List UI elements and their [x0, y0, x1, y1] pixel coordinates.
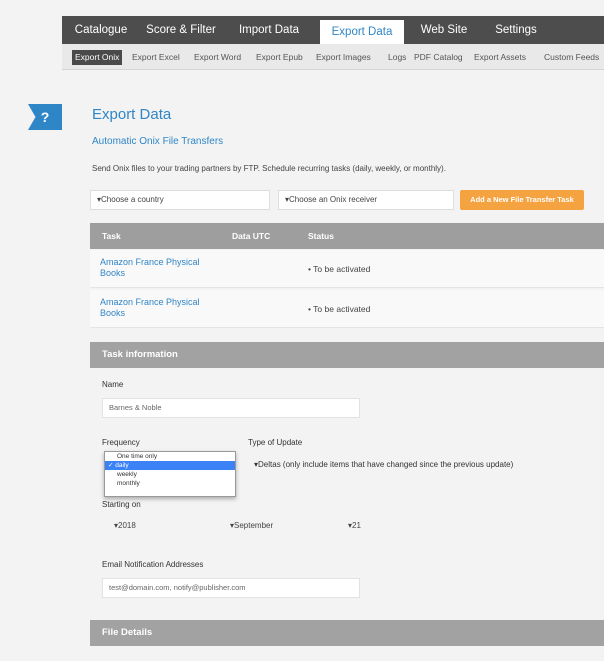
column-header-task: Task	[102, 231, 121, 241]
country-select[interactable]: ▾Choose a country	[90, 190, 270, 210]
subtab-export-onix[interactable]: Export Onix	[72, 50, 123, 65]
tab-settings[interactable]: Settings	[486, 16, 546, 44]
top-nav: Catalogue Score & Filter Import Data Exp…	[62, 16, 604, 44]
tab-web-site[interactable]: Web Site	[414, 16, 474, 44]
frequency-option[interactable]: One time only	[105, 452, 235, 461]
page-title: Export Data	[92, 106, 172, 123]
subtab-pdf-catalog[interactable]: PDF Catalog	[414, 50, 463, 65]
tab-score-filter[interactable]: Score & Filter	[142, 16, 220, 44]
main-content: Export Data Automatic Onix File Transfer…	[80, 70, 604, 661]
column-header-data-utc: Data UTC	[232, 231, 271, 241]
section-link-onix-transfers[interactable]: Automatic Onix File Transfers	[92, 136, 223, 147]
update-type-label: Type of Update	[248, 438, 303, 447]
year-select[interactable]: ▾2018	[114, 521, 136, 530]
subtab-export-excel[interactable]: Export Excel	[132, 50, 180, 65]
file-details-header: File Details	[90, 620, 604, 646]
day-select[interactable]: ▾21	[348, 521, 361, 530]
table-row: Amazon France Physical Books • To be act…	[90, 250, 604, 288]
month-select[interactable]: ▾September	[230, 521, 273, 530]
frequency-dropdown[interactable]: One time only ✓ daily weekly monthly	[104, 451, 236, 497]
subtab-logs[interactable]: Logs	[388, 50, 406, 65]
subtab-export-assets[interactable]: Export Assets	[474, 50, 526, 65]
subtab-custom-feeds[interactable]: Custom Feeds	[544, 50, 599, 65]
starting-on-label: Starting on	[102, 500, 141, 509]
frequency-option[interactable]: weekly	[105, 470, 235, 479]
help-icon[interactable]: ?	[28, 104, 62, 130]
subtab-export-word[interactable]: Export Word	[194, 50, 241, 65]
subtab-export-images[interactable]: Export Images	[316, 50, 371, 65]
frequency-option[interactable]: monthly	[105, 479, 235, 488]
tab-export-data[interactable]: Export Data	[320, 20, 404, 44]
column-header-status: Status	[308, 231, 334, 241]
subtab-export-epub[interactable]: Export Epub	[256, 50, 303, 65]
task-link[interactable]: Amazon France Physical Books	[100, 257, 220, 279]
task-link[interactable]: Amazon France Physical Books	[100, 297, 220, 319]
sub-nav: Export Onix Export Excel Export Word Exp…	[62, 44, 604, 70]
add-transfer-task-button[interactable]: Add a New File Transfer Task	[460, 190, 584, 210]
update-type-select[interactable]: ▾Deltas (only include items that have ch…	[248, 456, 588, 476]
email-label: Email Notification Addresses	[102, 560, 204, 569]
task-status: • To be activated	[308, 264, 371, 274]
tab-catalogue[interactable]: Catalogue	[72, 16, 130, 44]
tab-import-data[interactable]: Import Data	[234, 16, 304, 44]
task-status: • To be activated	[308, 304, 371, 314]
table-row: Amazon France Physical Books • To be act…	[90, 290, 604, 328]
name-label: Name	[102, 380, 124, 389]
tasks-table-header: Task Data UTC Status	[90, 223, 604, 249]
frequency-label: Frequency	[102, 438, 140, 447]
name-field[interactable]: Barnes & Noble	[102, 398, 360, 418]
task-information-header: Task information	[90, 342, 604, 368]
email-field[interactable]: test@domain.com, notify@publisher.com	[102, 578, 360, 598]
receiver-select[interactable]: ▾Choose an Onix receiver	[278, 190, 454, 210]
page-description: Send Onix files to your trading partners…	[92, 164, 446, 173]
frequency-option-selected[interactable]: ✓ daily	[105, 461, 235, 470]
